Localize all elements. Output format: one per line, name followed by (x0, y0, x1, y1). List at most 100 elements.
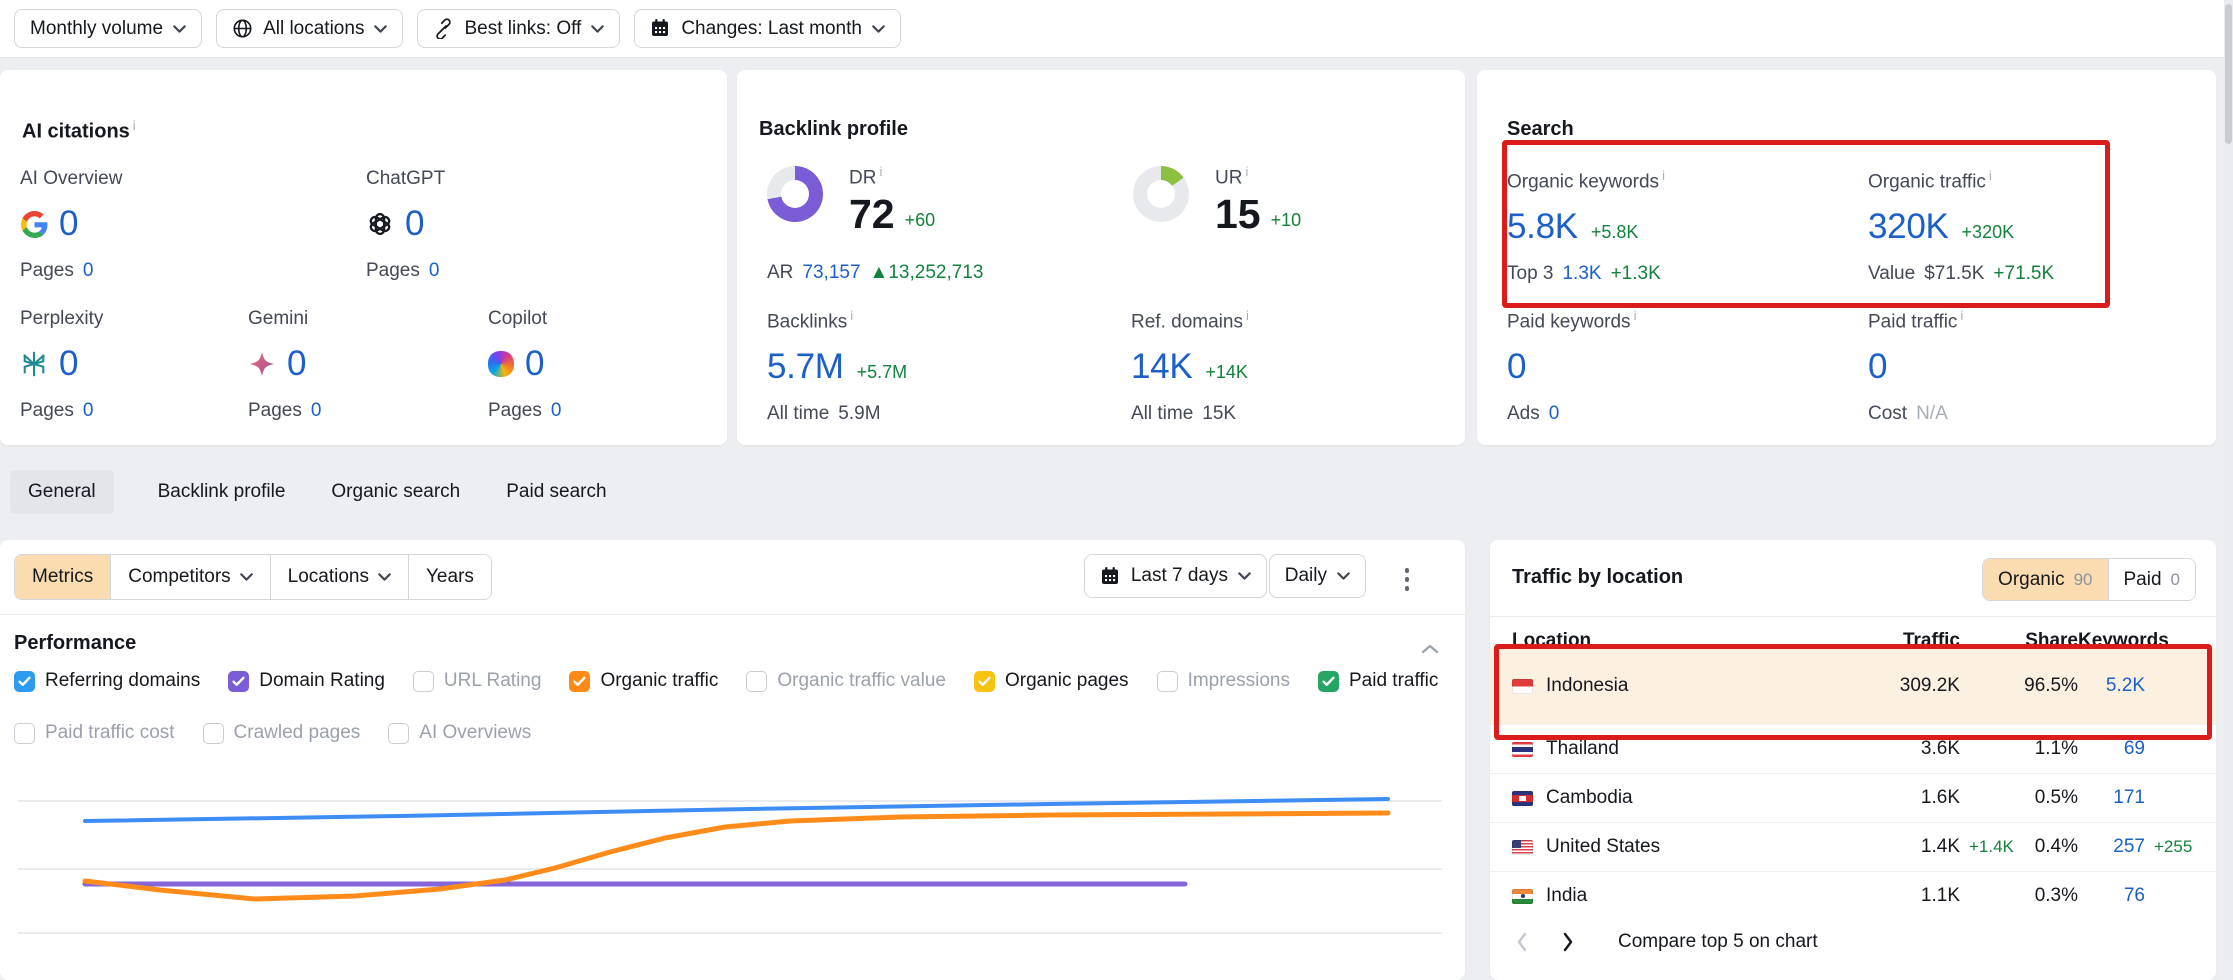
pages-count-link[interactable]: 0 (83, 400, 94, 422)
chevron-down-icon (378, 573, 391, 581)
tab-organic-search[interactable]: Organic search (329, 470, 462, 514)
tab-backlink-profile[interactable]: Backlink profile (156, 470, 288, 514)
toggle-organic[interactable]: Organic 90 (1983, 559, 2107, 600)
ar-label: AR (767, 262, 793, 284)
chatgpt-count[interactable]: 0 (405, 204, 424, 244)
info-icon[interactable]: i (1245, 164, 1248, 179)
checkbox-unchecked-icon (203, 723, 224, 744)
table-row-cambodia[interactable]: Cambodia 1.6K 0.5% 171 (1490, 773, 2216, 822)
backlinks-value-link[interactable]: 5.7M (767, 347, 844, 387)
info-icon[interactable]: i (1634, 308, 1637, 323)
metric-checkbox-crawled-pages[interactable]: Crawled pages (203, 722, 361, 744)
paid-keywords-value-link[interactable]: 0 (1507, 347, 1526, 387)
next-page-button[interactable] (1558, 928, 1578, 956)
keywords-link[interactable]: 257 (2113, 836, 2145, 857)
all-locations-dropdown[interactable]: All locations (216, 9, 403, 48)
ai-overview-count[interactable]: 0 (59, 204, 78, 244)
united-states-flag-icon (1512, 840, 1533, 855)
ai-overview-stat: AI Overview 0 Pages0 (20, 168, 122, 282)
segment-years[interactable]: Years (408, 555, 491, 599)
granularity-dropdown[interactable]: Daily (1269, 554, 1366, 598)
info-icon[interactable]: i (133, 118, 136, 133)
metric-checkbox-referring-domains[interactable]: Referring domains (14, 670, 200, 692)
metric-checkbox-organic-traffic-value[interactable]: Organic traffic value (746, 670, 946, 692)
pages-label: Pages (20, 400, 74, 422)
share-value: 0.5% (1960, 787, 2078, 809)
segment-metrics[interactable]: Metrics (15, 555, 110, 599)
more-options-kebab-menu[interactable] (1401, 564, 1414, 595)
table-row-united-states[interactable]: United States 1.4K+1.4K 0.4% 257+255 (1490, 822, 2216, 871)
metric-checkbox-domain-rating[interactable]: Domain Rating (228, 670, 385, 692)
scrollbar-thumb[interactable] (2225, 4, 2232, 144)
calendar-icon (650, 18, 671, 39)
traffic-value: 3.6K (1845, 738, 1960, 760)
ur-delta: +10 (1271, 211, 1302, 230)
tab-general[interactable]: General (10, 470, 114, 514)
ai-citations-title: AI citationsi (22, 118, 136, 144)
pages-count-link[interactable]: 0 (311, 400, 322, 422)
compare-top5-link[interactable]: Compare top 5 on chart (1618, 931, 1818, 953)
chevron-down-icon (173, 25, 186, 33)
chevron-down-icon (1337, 572, 1350, 580)
pages-count-link[interactable]: 0 (429, 260, 440, 282)
backlink-profile-title: Backlink profile (759, 118, 908, 141)
globe-icon (232, 18, 253, 39)
monthly-volume-dropdown[interactable]: Monthly volume (14, 9, 202, 48)
metric-checkbox-impressions[interactable]: Impressions (1157, 670, 1290, 692)
date-range-dropdown[interactable]: Last 7 days (1084, 554, 1267, 598)
share-value: 0.3% (1960, 885, 2078, 907)
perplexity-count[interactable]: 0 (59, 344, 78, 384)
traffic-by-location-title: Traffic by location (1512, 566, 1683, 589)
checkbox-checked-icon (974, 671, 995, 692)
ads-label: Ads (1507, 403, 1540, 425)
keywords-link[interactable]: 69 (2078, 738, 2145, 760)
segment-competitors[interactable]: Competitors (110, 555, 269, 599)
toggle-paid[interactable]: Paid 0 (2108, 559, 2196, 600)
monthly-volume-label: Monthly volume (30, 18, 163, 40)
metric-checkbox-url-rating[interactable]: URL Rating (413, 670, 542, 692)
metric-label: Domain Rating (259, 670, 385, 692)
tab-paid-search[interactable]: Paid search (504, 470, 608, 514)
performance-line-chart[interactable] (0, 790, 1465, 980)
collapse-section-button[interactable] (1421, 638, 1439, 660)
metric-checkbox-paid-traffic[interactable]: Paid traffic (1318, 670, 1438, 692)
metric-label: Paid traffic cost (45, 722, 175, 744)
metric-checkbox-organic-traffic[interactable]: Organic traffic (569, 670, 718, 692)
pages-count-link[interactable]: 0 (83, 260, 94, 282)
keywords-link[interactable]: 171 (2078, 787, 2145, 809)
ref-domains-value-link[interactable]: 14K (1131, 347, 1192, 387)
info-icon[interactable]: i (850, 308, 853, 323)
metric-checkbox-paid-traffic-cost[interactable]: Paid traffic cost (14, 722, 175, 744)
ar-value-link[interactable]: 73,157 (802, 262, 860, 284)
ur-donut-chart (1133, 166, 1189, 222)
keywords-link[interactable]: 76 (2078, 885, 2145, 907)
granularity-label: Daily (1285, 565, 1327, 587)
paid-traffic-value-link[interactable]: 0 (1868, 347, 1887, 387)
info-icon[interactable]: i (1960, 308, 1963, 323)
metric-label: Organic traffic (600, 670, 718, 692)
metric-checkbox-organic-pages[interactable]: Organic pages (974, 670, 1129, 692)
traffic-value: 1.4K (1921, 836, 1960, 857)
pages-label: Pages (20, 260, 74, 282)
copilot-logo-icon (488, 351, 514, 377)
divider (1490, 616, 2216, 617)
stat-label: Paid traffic (1868, 311, 1957, 332)
info-icon[interactable]: i (1246, 308, 1249, 323)
best-links-label: Best links: Off (464, 18, 581, 40)
previous-page-button[interactable] (1512, 928, 1532, 956)
pages-count-link[interactable]: 0 (551, 400, 562, 422)
location-name: Cambodia (1546, 787, 1633, 809)
info-icon[interactable]: i (879, 164, 882, 179)
changes-period-dropdown[interactable]: Changes: Last month (634, 9, 901, 48)
performance-panel: Metrics Competitors Locations Years Last… (0, 540, 1465, 980)
table-row-india[interactable]: India 1.1K 0.3% 76 (1490, 871, 2216, 920)
metric-checkbox-ai-overviews[interactable]: AI Overviews (388, 722, 531, 744)
gemini-count[interactable]: 0 (287, 344, 306, 384)
scrollbar-track[interactable] (2224, 0, 2233, 960)
ads-count-link[interactable]: 0 (1549, 403, 1560, 425)
copilot-count[interactable]: 0 (525, 344, 544, 384)
best-links-dropdown[interactable]: Best links: Off (417, 9, 620, 48)
pages-label: Pages (366, 260, 420, 282)
segment-locations[interactable]: Locations (270, 555, 408, 599)
chevron-up-icon (1421, 644, 1439, 654)
